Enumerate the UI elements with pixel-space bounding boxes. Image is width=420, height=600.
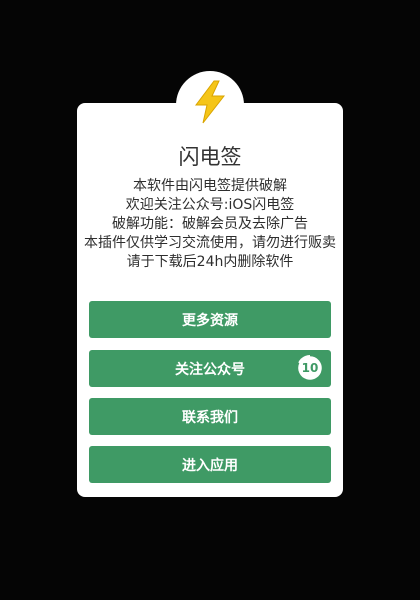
contact-us-button[interactable]: 联系我们 <box>89 398 331 435</box>
enter-app-label: 进入应用 <box>182 457 238 474</box>
lightning-bolt-icon <box>195 80 226 124</box>
more-resources-label: 更多资源 <box>182 312 238 329</box>
dialog-title: 闪电签 <box>178 145 242 169</box>
description-line: 本软件由闪电签提供破解 <box>133 178 287 194</box>
follow-account-label: 关注公众号 <box>175 361 245 378</box>
description-line: 本插件仅供学习交流使用，请勿进行贩卖 <box>84 235 336 251</box>
description-line: 欢迎关注公众号:iOS闪电签 <box>125 197 295 213</box>
screen: 闪电签 本软件由闪电签提供破解 欢迎关注公众号:iOS闪电签 破解功能：破解会员… <box>0 0 420 600</box>
dialog-description: 本软件由闪电签提供破解 欢迎关注公众号:iOS闪电签 破解功能：破解会员及去除广… <box>84 177 336 272</box>
countdown-number: 10 <box>301 361 319 375</box>
description-line: 破解功能：破解会员及去除广告 <box>112 216 308 232</box>
more-resources-button[interactable]: 更多资源 <box>89 301 331 338</box>
enter-app-button[interactable]: 进入应用 <box>89 446 331 483</box>
description-line: 请于下载后24h内删除软件 <box>126 254 294 270</box>
follow-account-button[interactable]: 关注公众号 10 <box>89 350 331 387</box>
contact-us-label: 联系我们 <box>182 409 238 426</box>
